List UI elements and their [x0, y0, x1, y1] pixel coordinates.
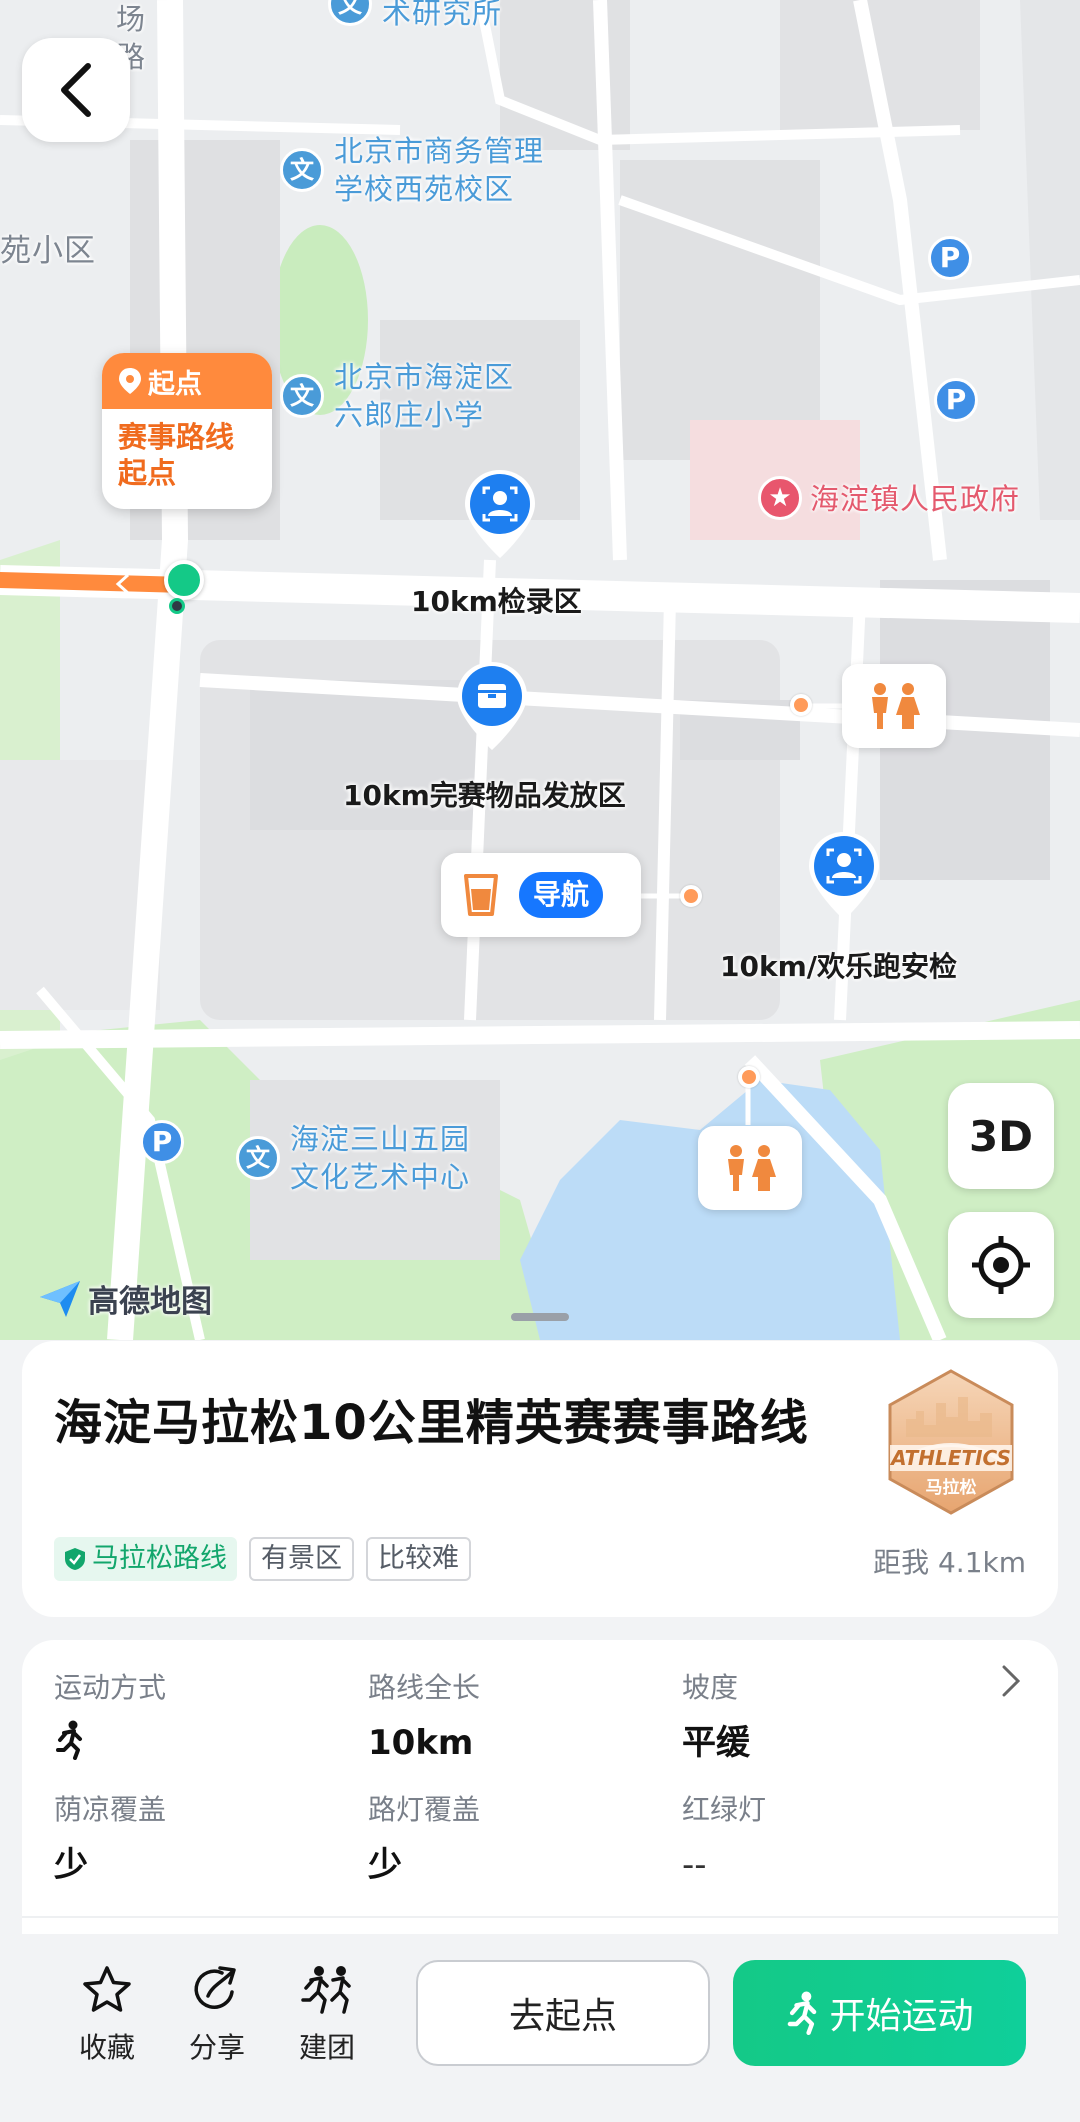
- map-view[interactable]: 场 路 文 术研究所 文 北京市商务管理 学校西苑校区 苑小区 P P 文 北京…: [0, 0, 1080, 1340]
- crosshair-icon: [972, 1236, 1030, 1294]
- stat-value: 少: [368, 1845, 402, 1885]
- start-exercise-button[interactable]: 开始运动: [733, 1960, 1026, 2066]
- back-button[interactable]: [22, 38, 130, 142]
- go-to-start-button[interactable]: 去起点: [416, 1960, 710, 2066]
- stat-streetlight-coverage: 路灯覆盖 少: [368, 1792, 480, 1888]
- parking-icon[interactable]: P: [140, 1120, 184, 1164]
- favorite-label: 收藏: [78, 2031, 135, 2064]
- toilet-marker[interactable]: [698, 1126, 802, 1210]
- start-point-card[interactable]: 起点 赛事路线 起点: [102, 353, 272, 509]
- chevron-right-icon[interactable]: [1000, 1664, 1022, 1698]
- stat-slope: 坡度 平缓: [682, 1670, 750, 1766]
- culture-icon[interactable]: 文: [280, 148, 324, 192]
- security-check-pin-icon[interactable]: [806, 830, 882, 922]
- toilet-icon: [872, 683, 920, 729]
- stat-value: 10km: [368, 1723, 474, 1763]
- map-label-business-school[interactable]: 北京市商务管理 学校西苑校区: [334, 132, 544, 208]
- toilet-anchor-dot: [738, 1066, 760, 1088]
- bottom-action-bar: 收藏 分享 建团 去起点 开始运动: [0, 1934, 1080, 2122]
- parking-icon[interactable]: P: [928, 236, 972, 280]
- share-icon: [194, 1966, 236, 2009]
- location-pin-icon: [119, 368, 141, 394]
- amap-arrow-icon: [40, 1280, 80, 1317]
- route-tags: 马拉松路线 有景区 比较难: [54, 1537, 471, 1581]
- share-button[interactable]: 分享: [167, 1964, 267, 2066]
- amap-logo: 高德地图: [38, 1276, 212, 1321]
- package-pin-icon[interactable]: [454, 660, 530, 752]
- 3d-toggle-button[interactable]: 3D: [948, 1083, 1054, 1189]
- route-title: 海淀马拉松10公里精英赛赛事路线: [54, 1395, 809, 1451]
- athletics-badge-icon: ATHLETICS 马拉松: [888, 1369, 1014, 1515]
- map-label-institute: 术研究所: [382, 0, 503, 30]
- chevron-left-icon: [61, 63, 91, 117]
- stat-value: --: [682, 1845, 707, 1885]
- checkin-pin-icon[interactable]: [462, 468, 538, 560]
- map-label-government[interactable]: 海淀镇人民政府: [810, 480, 1020, 518]
- stat-label: 荫凉覆盖: [54, 1793, 167, 1826]
- toilet-icon: [728, 1145, 776, 1191]
- finish-items-label[interactable]: 10km完赛物品发放区: [343, 774, 626, 814]
- share-label: 分享: [188, 2031, 245, 2064]
- toilet-marker[interactable]: [842, 664, 946, 748]
- favorite-button[interactable]: 收藏: [57, 1964, 157, 2066]
- navigate-button[interactable]: 导航: [519, 872, 604, 918]
- running-person-icon: [788, 1991, 817, 2035]
- toilet-anchor-dot: [790, 694, 812, 716]
- tag-scenic: 有景区: [249, 1537, 354, 1581]
- sheet-drag-handle[interactable]: [511, 1313, 569, 1321]
- current-position-dot: [169, 598, 185, 614]
- stat-label: 红绿灯: [682, 1793, 767, 1826]
- stat-value: 少: [54, 1845, 88, 1885]
- water-anchor-dot: [680, 885, 702, 907]
- culture-icon[interactable]: 文: [280, 374, 324, 418]
- tag-marathon-route-label: 马拉松路线: [92, 1543, 227, 1574]
- distance-from-me: 距我 4.1km: [873, 1546, 1026, 1579]
- divider: [22, 1916, 1058, 1918]
- security-label[interactable]: 10km/欢乐跑安检: [720, 945, 957, 985]
- start-card-body: 赛事路线 起点: [118, 420, 235, 490]
- map-label-residential: 苑小区: [0, 233, 96, 269]
- water-cup-icon: [464, 874, 498, 916]
- tag-difficulty: 比较难: [366, 1537, 471, 1581]
- stat-label: 坡度: [682, 1671, 739, 1704]
- map-label-culture-center[interactable]: 海淀三山五园 文化艺术中心: [290, 1120, 470, 1196]
- stat-total-length: 路线全长 10km: [368, 1670, 480, 1766]
- stat-label: 路线全长: [368, 1671, 481, 1704]
- create-group-button[interactable]: 建团: [277, 1964, 377, 2066]
- culture-icon[interactable]: 文: [236, 1136, 280, 1180]
- group-running-icon: [301, 1966, 351, 2014]
- locate-button[interactable]: [948, 1212, 1054, 1318]
- parking-icon[interactable]: P: [934, 378, 978, 422]
- stat-value: 平缓: [682, 1723, 750, 1763]
- shield-check-icon: [65, 1548, 85, 1570]
- start-point-marker[interactable]: [164, 560, 204, 600]
- running-person-icon: [56, 1720, 82, 1760]
- stat-shade-coverage: 荫凉覆盖 少: [54, 1792, 166, 1888]
- stat-exercise-mode: 运动方式: [54, 1670, 166, 1772]
- create-group-label: 建团: [298, 2031, 355, 2064]
- stat-value: [54, 1720, 166, 1772]
- badge-top-text: ATHLETICS: [889, 1446, 1011, 1470]
- amap-logo-text: 高德地图: [88, 1284, 212, 1320]
- route-stats-card[interactable]: 运动方式 路线全长 10km 坡度 平缓 荫凉覆盖 少 路灯覆盖 少 红绿灯 -…: [22, 1640, 1058, 1940]
- badge-bottom-text: 马拉松: [926, 1477, 977, 1498]
- start-card-head: 起点: [102, 353, 272, 409]
- stat-traffic-lights: 红绿灯 --: [682, 1792, 766, 1888]
- checkin-label[interactable]: 10km检录区: [411, 580, 582, 620]
- map-label-primary-school[interactable]: 北京市海淀区 六郎庄小学: [334, 358, 514, 434]
- start-card-head-label: 起点: [148, 368, 202, 400]
- start-exercise-label: 开始运动: [829, 1996, 974, 2037]
- route-info-card[interactable]: 海淀马拉松10公里精英赛赛事路线 ATHLETICS 马拉松 马拉松路线 有景区…: [22, 1341, 1058, 1617]
- stat-label: 路灯覆盖: [368, 1793, 481, 1826]
- water-station-card[interactable]: 导航: [441, 853, 641, 937]
- stat-label: 运动方式: [54, 1671, 167, 1704]
- tag-marathon-route: 马拉松路线: [54, 1537, 237, 1581]
- government-star-icon[interactable]: ★: [758, 476, 802, 520]
- star-icon: [83, 1966, 131, 2012]
